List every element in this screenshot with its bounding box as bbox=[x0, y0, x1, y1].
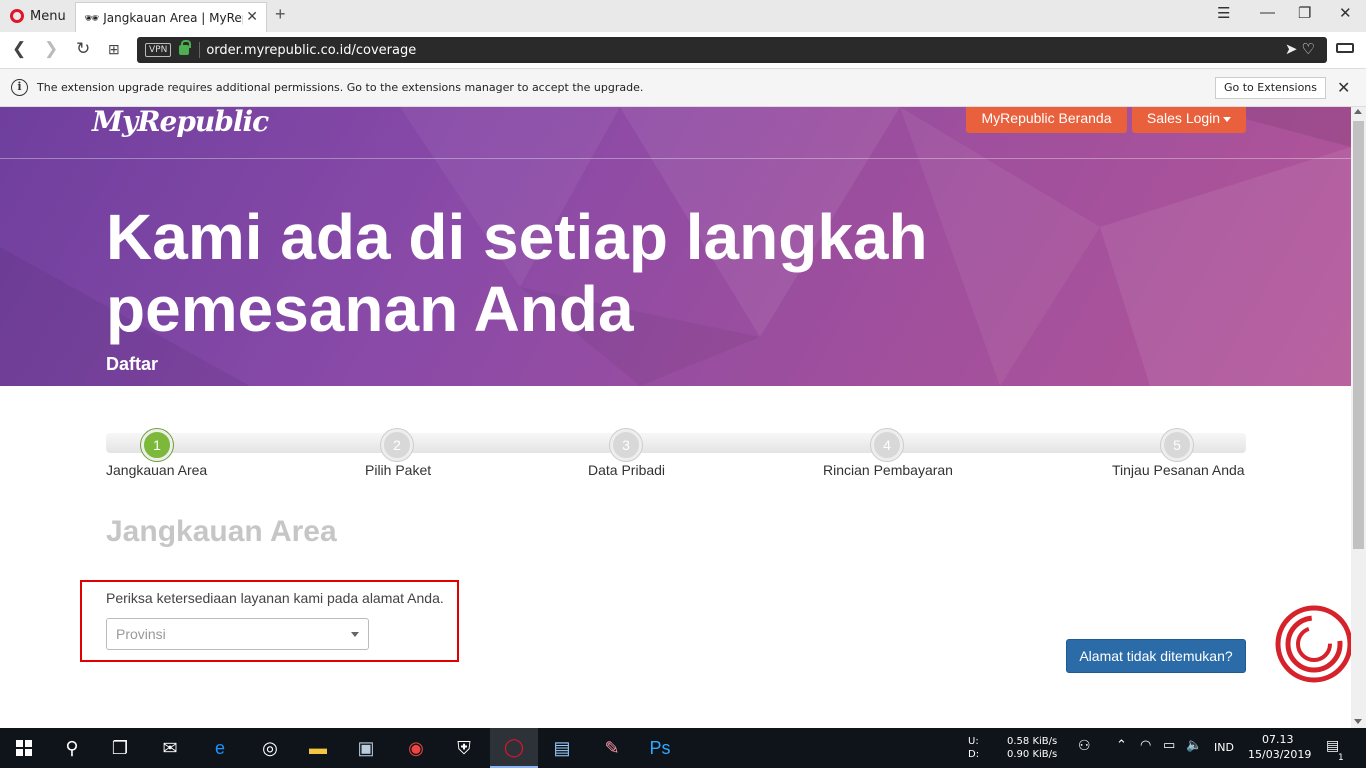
mail-icon[interactable]: ✉ bbox=[146, 728, 194, 768]
extension-notification-bar: i The extension upgrade requires additio… bbox=[0, 69, 1366, 107]
address-not-found-button[interactable]: Alamat tidak ditemukan? bbox=[1066, 639, 1246, 673]
address-bar-row: ❮ ❯ ↻ ⊞ VPN order.myrepublic.co.id/cover… bbox=[0, 32, 1366, 69]
coverage-instruction: Periksa ketersediaan layanan kami pada a… bbox=[106, 590, 444, 606]
province-select[interactable]: Provinsi bbox=[106, 618, 369, 650]
windows-taskbar: ⚲ ❐ ✉ e ◎ ▬ ▣ ◉ ⛨ ◯ ▤ ✎ Ps U: D: 0.58 Ki… bbox=[0, 728, 1366, 768]
search-icon[interactable]: ⚲ bbox=[48, 728, 96, 768]
scroll-up-arrow-icon[interactable] bbox=[1354, 109, 1362, 114]
page-scrollbar[interactable] bbox=[1351, 107, 1366, 728]
step-1-circle: 1 bbox=[141, 429, 173, 461]
step-1-label: Jangkauan Area bbox=[106, 462, 208, 478]
watermark-logo-icon bbox=[1275, 605, 1351, 683]
step-4-label: Rincian Pembayaran bbox=[823, 462, 953, 478]
paint-palette-icon[interactable]: ✎ bbox=[588, 728, 636, 768]
info-icon: i bbox=[11, 79, 28, 96]
opera-logo-icon bbox=[10, 9, 24, 23]
task-view-icon[interactable]: ❐ bbox=[96, 728, 144, 768]
sales-login-label: Sales Login bbox=[1146, 110, 1221, 126]
people-icon[interactable]: ⚇ bbox=[1078, 739, 1091, 753]
clock-date[interactable]: 15/03/2019 bbox=[1248, 749, 1311, 761]
paint-document-icon[interactable]: ▤ bbox=[538, 728, 586, 768]
chrome-icon[interactable]: ◉ bbox=[392, 728, 440, 768]
step-3-circle: 3 bbox=[610, 429, 642, 461]
maximize-icon[interactable]: ❐ bbox=[1298, 4, 1311, 22]
forward-arrow-icon[interactable]: ❯ bbox=[44, 39, 58, 59]
url-text[interactable]: order.myrepublic.co.id/coverage bbox=[206, 43, 416, 58]
opera-menu-button[interactable]: Menu bbox=[0, 0, 72, 32]
vpn-badge[interactable]: VPN bbox=[145, 43, 172, 57]
nav-myrepublic-beranda[interactable]: MyRepublic Beranda bbox=[966, 107, 1127, 133]
hero-divider bbox=[0, 158, 1351, 159]
page-viewport: MyRepublic MyRepublic Beranda Sales Logi… bbox=[0, 107, 1351, 728]
menu-label: Menu bbox=[30, 8, 66, 24]
language-indicator[interactable]: IND bbox=[1214, 742, 1234, 754]
step-2-circle: 2 bbox=[381, 429, 413, 461]
notification-text: The extension upgrade requires additiona… bbox=[37, 81, 644, 94]
step-4-circle: 4 bbox=[871, 429, 903, 461]
back-arrow-icon[interactable]: ❮ bbox=[12, 39, 26, 59]
step-5-circle: 5 bbox=[1161, 429, 1193, 461]
action-center-icon[interactable]: ▤ bbox=[1326, 739, 1339, 753]
scroll-thumb[interactable] bbox=[1353, 121, 1364, 549]
net-upload-label: U: bbox=[968, 736, 979, 747]
volume-icon[interactable]: 🔈 bbox=[1186, 739, 1202, 752]
step-3-label: Data Pribadi bbox=[588, 462, 666, 478]
battery-icon[interactable]: ▭ bbox=[1163, 739, 1175, 752]
opera-taskbar-icon[interactable]: ◯ bbox=[490, 728, 538, 768]
reload-icon[interactable]: ↻ bbox=[76, 39, 90, 59]
windows-logo-icon bbox=[16, 740, 32, 756]
province-placeholder: Provinsi bbox=[116, 626, 166, 642]
go-to-extensions-button[interactable]: Go to Extensions bbox=[1215, 77, 1326, 99]
battery-saver-icon[interactable] bbox=[1336, 43, 1354, 53]
net-download-speed: 0.90 KiB/s bbox=[1007, 749, 1058, 760]
tabs-grid-icon[interactable]: ⊞ bbox=[108, 41, 120, 58]
step-2-label: Pilih Paket bbox=[365, 462, 432, 478]
notification-count-badge: 1 bbox=[1338, 753, 1344, 763]
chevron-down-icon bbox=[1223, 116, 1232, 122]
hero-title: Kami ada di setiap langkah pemesanan And… bbox=[106, 201, 928, 345]
browser-tab-active[interactable]: 🕶 Jangkauan Area | MyRepubl ✕ bbox=[75, 2, 267, 32]
window-close-icon[interactable]: ✕ bbox=[1339, 4, 1352, 22]
hero-subtitle: Daftar bbox=[106, 354, 159, 374]
groove-music-icon[interactable]: ◎ bbox=[246, 728, 294, 768]
tab-title: Jangkauan Area | MyRepubl bbox=[103, 10, 243, 25]
start-button[interactable] bbox=[0, 728, 48, 768]
private-incognito-icon: 🕶 bbox=[84, 10, 100, 25]
url-field[interactable]: VPN order.myrepublic.co.id/coverage ➤ ♡ bbox=[137, 37, 1327, 63]
nav-sales-login[interactable]: Sales Login bbox=[1132, 107, 1246, 133]
hero-banner: MyRepublic MyRepublic Beranda Sales Logi… bbox=[0, 107, 1351, 386]
wifi-icon[interactable]: ◠ bbox=[1140, 739, 1151, 752]
new-tab-plus-icon[interactable]: + bbox=[275, 4, 286, 25]
photo-viewer-icon[interactable]: ▣ bbox=[342, 728, 390, 768]
security-shield-icon[interactable]: ⛨ bbox=[440, 728, 488, 768]
photoshop-icon[interactable]: Ps bbox=[636, 728, 684, 768]
tray-chevron-up-icon[interactable]: ⌃ bbox=[1116, 739, 1127, 752]
net-download-label: D: bbox=[968, 749, 980, 760]
lock-icon[interactable] bbox=[179, 40, 192, 55]
step-5-label: Tinjau Pesanan Anda bbox=[1112, 462, 1245, 478]
select-caret-icon bbox=[351, 632, 359, 637]
edge-browser-icon[interactable]: e bbox=[196, 728, 244, 768]
file-explorer-icon[interactable]: ▬ bbox=[294, 728, 342, 768]
browser-tab-bar: Menu 🕶 Jangkauan Area | MyRepubl ✕ + ☰ —… bbox=[0, 0, 1366, 32]
step-progress-track bbox=[106, 433, 1246, 453]
notification-close-icon[interactable]: ✕ bbox=[1337, 78, 1350, 98]
tab-close-icon[interactable]: ✕ bbox=[246, 9, 258, 25]
send-heart-icons[interactable]: ➤ ♡ bbox=[1285, 40, 1315, 58]
clock-time[interactable]: 07.13 bbox=[1262, 734, 1294, 746]
tab-menu-icon[interactable]: ☰ bbox=[1217, 4, 1230, 22]
minimize-icon[interactable]: — bbox=[1260, 4, 1275, 21]
section-title: Jangkauan Area bbox=[106, 515, 337, 548]
scroll-down-arrow-icon[interactable] bbox=[1354, 719, 1362, 724]
net-upload-speed: 0.58 KiB/s bbox=[1007, 736, 1058, 747]
url-separator bbox=[199, 42, 201, 58]
myrepublic-logo[interactable]: MyRepublic bbox=[92, 107, 269, 138]
